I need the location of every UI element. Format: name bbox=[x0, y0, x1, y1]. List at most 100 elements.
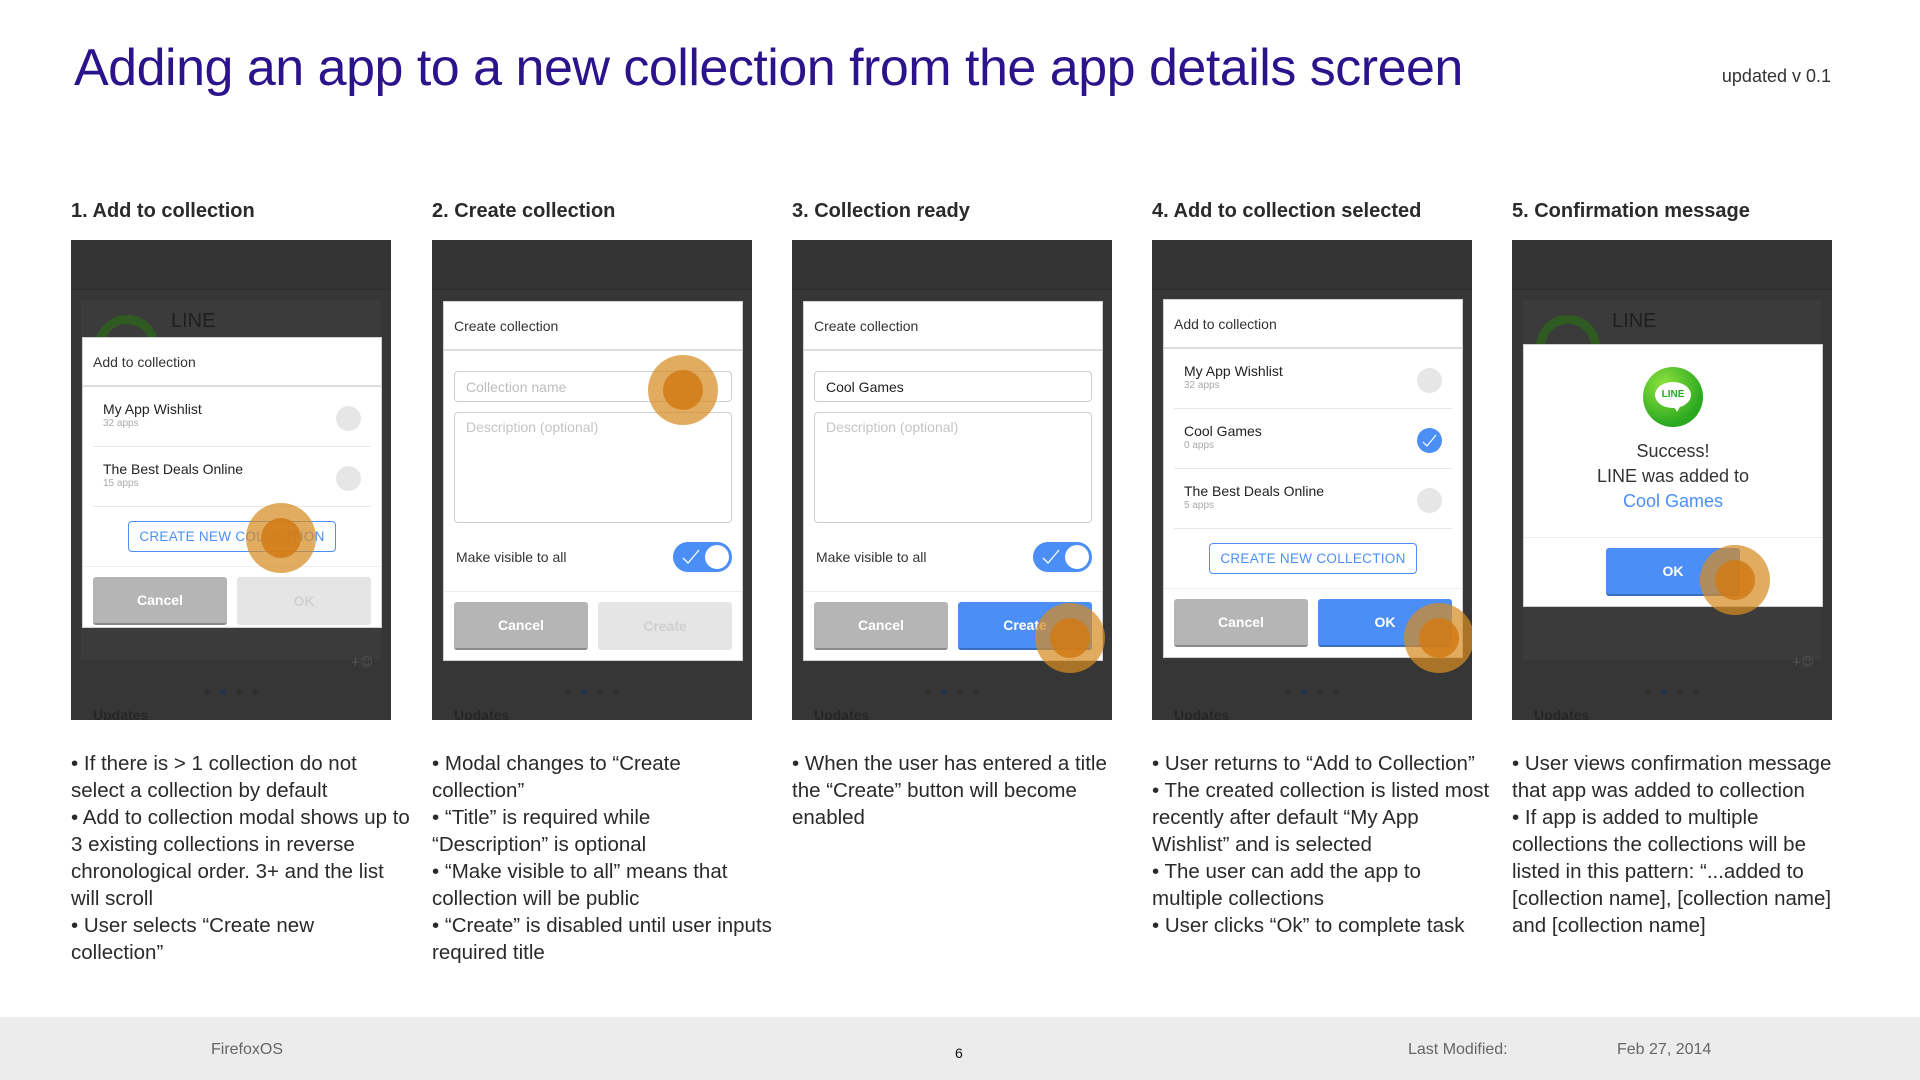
step-1: 1. Add to collection LINE +☺ Updates Add… bbox=[71, 200, 410, 966]
page-dot bbox=[236, 689, 242, 695]
collection-radio-checked[interactable] bbox=[1417, 428, 1442, 453]
page-dot bbox=[925, 689, 931, 695]
updates-heading: Updates bbox=[1534, 707, 1590, 720]
last-modified-date: Feb 27, 2014 bbox=[1617, 1041, 1712, 1058]
create-new-collection-button[interactable]: CREATE NEW COLLECTION bbox=[1209, 543, 1417, 574]
modal-title: Create collection bbox=[804, 302, 1102, 351]
success-message: LINE was added to bbox=[1596, 466, 1750, 486]
cancel-button[interactable]: Cancel bbox=[454, 602, 588, 650]
collection-name: The Best Deals Online bbox=[1184, 483, 1325, 499]
visible-to-all-label: Make visible to all bbox=[816, 549, 927, 565]
toggle-knob bbox=[1065, 545, 1089, 569]
collection-name: The Best Deals Online bbox=[103, 461, 244, 477]
ok-button[interactable]: OK bbox=[237, 577, 371, 625]
step-heading: 5. Confirmation message bbox=[1512, 200, 1750, 222]
page-number: 6 bbox=[955, 1045, 963, 1061]
checkmark-icon bbox=[1042, 549, 1060, 564]
tap-indicator bbox=[246, 503, 316, 573]
step-5: 5. Confirmation message LINE +☺ Updates … bbox=[1512, 200, 1832, 939]
note: • Add to collection modal shows up to 3 … bbox=[71, 806, 410, 910]
updates-heading: Updates bbox=[814, 707, 870, 720]
step-notes: • User views confirmation message that a… bbox=[1512, 750, 1852, 939]
confirmation-modal: LINE Success! LINE was added to Cool Gam… bbox=[1523, 344, 1823, 607]
success-heading: Success! bbox=[1636, 441, 1710, 461]
phone-mockup: Updates Add to collection My App Wishlis… bbox=[1152, 240, 1472, 720]
page-dot bbox=[1645, 689, 1651, 695]
page-indicator bbox=[432, 680, 752, 699]
collection-name: Cool Games bbox=[1184, 423, 1262, 439]
footer: FirefoxOS 6 Last Modified: Feb 27, 2014 bbox=[0, 1017, 1920, 1080]
collection-name: My App Wishlist bbox=[1184, 363, 1283, 379]
tap-indicator bbox=[648, 355, 718, 425]
note: • The created collection is listed most … bbox=[1152, 779, 1490, 856]
checkmark-icon bbox=[1422, 434, 1437, 447]
cancel-button[interactable]: Cancel bbox=[93, 577, 227, 625]
note: • “Create” is disabled until user inputs… bbox=[432, 914, 772, 964]
footer-product: FirefoxOS bbox=[211, 1041, 284, 1058]
add-to-collection-modal: Add to collection My App Wishlist 32 app… bbox=[1163, 299, 1463, 658]
page-dot bbox=[1317, 689, 1323, 695]
create-button[interactable]: Create bbox=[598, 602, 732, 650]
phone-mockup: Updates Create collection Collection nam… bbox=[432, 240, 752, 720]
last-modified-label: Last Modified: bbox=[1408, 1041, 1508, 1058]
tap-indicator bbox=[1700, 545, 1770, 615]
collection-link[interactable]: Cool Games bbox=[1524, 489, 1822, 514]
description-input[interactable]: Description (optional) bbox=[454, 412, 732, 523]
updates-heading: Updates bbox=[454, 707, 510, 720]
collection-item[interactable]: My App Wishlist 32 apps bbox=[1174, 349, 1452, 409]
page-dot bbox=[1693, 689, 1699, 695]
updates-heading: Updates bbox=[93, 707, 149, 720]
phone-mockup: LINE +☺ Updates LINE Success! LINE was a… bbox=[1512, 240, 1832, 720]
page-indicator bbox=[1152, 680, 1472, 699]
note: • If there is > 1 collection do not sele… bbox=[71, 752, 357, 802]
collection-radio[interactable] bbox=[336, 406, 361, 431]
page-dot-active bbox=[581, 689, 587, 695]
collection-name: My App Wishlist bbox=[103, 401, 202, 417]
note: • “Make visible to all” means that colle… bbox=[432, 860, 728, 910]
page-dot bbox=[1333, 689, 1339, 695]
page-indicator bbox=[792, 680, 1112, 699]
collection-name-input[interactable]: Cool Games bbox=[814, 371, 1092, 402]
step-heading: 2. Create collection bbox=[432, 200, 616, 222]
checkmark-icon bbox=[682, 549, 700, 564]
note: • User selects “Create new collection” bbox=[71, 914, 315, 964]
phone-mockup: LINE +☺ Updates Add to collection My App… bbox=[71, 240, 391, 720]
collection-item[interactable]: The Best Deals Online 5 apps bbox=[1174, 469, 1452, 529]
step-4: 4. Add to collection selected Updates Ad… bbox=[1152, 200, 1489, 939]
collection-radio[interactable] bbox=[1417, 488, 1442, 513]
visible-to-all-toggle[interactable] bbox=[1033, 542, 1092, 572]
status-bar bbox=[432, 240, 752, 290]
visible-to-all-label: Make visible to all bbox=[456, 549, 567, 565]
page-dot bbox=[597, 689, 603, 695]
collection-item[interactable]: Cool Games 0 apps bbox=[1174, 409, 1452, 469]
collection-count: 5 apps bbox=[1184, 500, 1215, 511]
modal-title: Add to collection bbox=[83, 338, 381, 387]
cancel-button[interactable]: Cancel bbox=[814, 602, 948, 650]
add-emoji-icon: +☺ bbox=[350, 655, 373, 669]
visible-to-all-toggle[interactable] bbox=[673, 542, 732, 572]
page-dot bbox=[204, 689, 210, 695]
step-heading: 4. Add to collection selected bbox=[1152, 200, 1422, 222]
page-title: Adding an app to a new collection from t… bbox=[74, 39, 1463, 97]
collection-radio[interactable] bbox=[1417, 368, 1442, 393]
step-3: 3. Collection ready Updates Create colle… bbox=[792, 200, 1112, 831]
page-dot bbox=[973, 689, 979, 695]
collection-item[interactable]: The Best Deals Online 15 apps bbox=[93, 447, 371, 507]
step-notes: • If there is > 1 collection do not sele… bbox=[71, 750, 411, 966]
collection-radio[interactable] bbox=[336, 466, 361, 491]
collection-count: 32 apps bbox=[103, 418, 139, 429]
collection-item[interactable]: My App Wishlist 32 apps bbox=[93, 387, 371, 447]
app-name: LINE bbox=[1612, 310, 1657, 332]
page-dot-active bbox=[220, 689, 226, 695]
cancel-button[interactable]: Cancel bbox=[1174, 599, 1308, 647]
phone-mockup: Updates Create collection Cool Games Des… bbox=[792, 240, 1112, 720]
page-dot bbox=[613, 689, 619, 695]
collection-count: 15 apps bbox=[103, 478, 139, 489]
page-dot-active bbox=[1301, 689, 1307, 695]
version-label: updated v 0.1 bbox=[1721, 66, 1831, 86]
page-dot-active bbox=[1661, 689, 1667, 695]
page-indicator bbox=[71, 680, 391, 699]
description-input[interactable]: Description (optional) bbox=[814, 412, 1092, 523]
step-2: 2. Create collection Updates Create coll… bbox=[432, 200, 772, 966]
note: • When the user has entered a title the … bbox=[792, 752, 1107, 829]
